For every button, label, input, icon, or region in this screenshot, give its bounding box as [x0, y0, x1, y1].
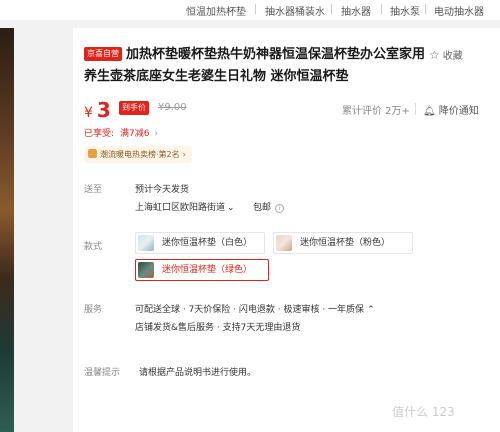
ranking-medal-icon — [88, 149, 97, 158]
final-price-tag: 到手价 — [119, 101, 149, 115]
self-operated-badge: 京喜自营 — [84, 47, 122, 61]
style-option-green[interactable]: 迷你恒温杯垫（绿色） — [135, 259, 269, 281]
divider — [425, 4, 426, 14]
ranking-badge[interactable]: 潮流暖电热卖榜·第2名 › — [84, 146, 192, 163]
style-thumbnail — [138, 262, 154, 278]
delivery-eta: 预计今天发货 — [135, 185, 190, 195]
style-thumbnail — [138, 235, 154, 251]
star-icon: ☆ — [429, 48, 440, 62]
product-info-panel: 加热杯垫暖杯垫热牛奶神器恒温保温杯垫办公室家用养生壶茶底座女生老婆生日礼物 迷你… — [73, 28, 500, 432]
top-nav-item[interactable]: 抽水器 — [341, 3, 371, 18]
style-option-white[interactable]: 迷你恒温杯垫（白色） — [135, 232, 265, 254]
tips-text: 请根据产品说明书进行使用。 — [139, 368, 257, 378]
divider — [415, 103, 416, 115]
style-option-pink[interactable]: 迷你恒温杯垫（粉色） — [273, 232, 413, 254]
top-nav-item[interactable]: 恒温加热杯垫 — [186, 3, 246, 18]
address-selector[interactable]: 上海虹口区欧阳路街道 ⌄ — [135, 200, 235, 213]
shipping-info: 包邮 i — [253, 200, 285, 213]
favorite-button[interactable]: ☆ 收藏 — [429, 47, 463, 62]
top-nav-item[interactable]: 抽水泵 — [390, 3, 420, 18]
info-icon[interactable]: i — [275, 204, 285, 213]
top-category-nav: 恒温加热杯垫 抽水器桶装水 抽水器 抽水泵 电动抽水器 — [0, 0, 500, 20]
product-title: 加热杯垫暖杯垫热牛奶神器恒温保温杯垫办公室家用养生壶茶底座女生老婆生日礼物 迷你… — [84, 47, 426, 84]
tips-label: 温馨提示 — [84, 368, 121, 378]
price-drop-notify-button[interactable]: 🔔︎ 降价通知 — [423, 102, 479, 117]
service-label: 服务 — [84, 305, 103, 315]
product-main-image[interactable] — [0, 28, 14, 432]
service-list-line2: 店铺发货&售后服务 · 支持7天无理由退货 — [135, 323, 301, 333]
price-row: ¥3 到手价 ¥9.00 累计评价 2万+ 🔔︎ 降价通知 — [84, 98, 494, 124]
divider — [255, 4, 256, 14]
top-nav-item[interactable]: 电动抽水器 — [434, 3, 484, 18]
current-price: ¥3 — [84, 98, 111, 122]
divider — [381, 4, 382, 14]
promotion-row[interactable]: 已享受: 满7减6 › — [84, 126, 158, 139]
style-thumbnail — [276, 235, 292, 251]
delivery-label: 送至 — [84, 185, 103, 195]
chevron-down-icon: ⌄ — [227, 203, 235, 213]
chevron-right-icon: › — [182, 150, 186, 159]
service-list[interactable]: 可配送全球 · 7天价保险 · 闪电退款 · 极速审核 · 一年质保 ⌃ — [135, 302, 375, 315]
review-count[interactable]: 累计评价 2万+ — [342, 102, 410, 117]
chevron-up-icon: ⌃ — [367, 305, 375, 315]
original-price: ¥9.00 — [158, 102, 187, 113]
divider — [331, 4, 332, 14]
bell-icon: 🔔︎ — [423, 106, 436, 117]
chevron-right-icon: › — [154, 129, 159, 139]
top-nav-item[interactable]: 抽水器桶装水 — [265, 3, 325, 18]
watermark: 值什么 123 — [392, 405, 455, 419]
style-label: 款式 — [84, 242, 103, 252]
